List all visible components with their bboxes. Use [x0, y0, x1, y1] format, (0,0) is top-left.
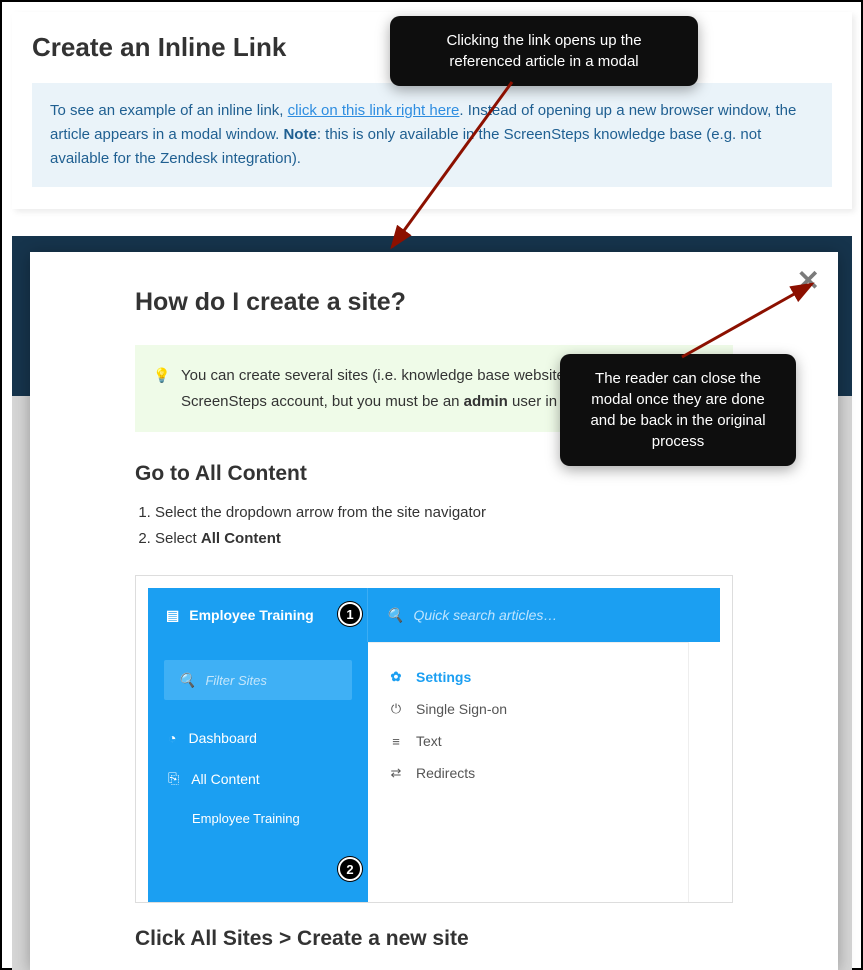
sidebar-item-label: Employee Training [192, 811, 300, 826]
site-name: Employee Training [189, 607, 313, 623]
panel-item-label: Text [416, 733, 442, 749]
inline-link-example[interactable]: click on this link right here [288, 102, 460, 119]
step-item: Select the dropdown arrow from the site … [155, 500, 733, 526]
tip-bold: admin [464, 393, 508, 410]
info-text: To see an example of an inline link, [50, 102, 288, 119]
embedded-screenshot: ▤ Employee Training 🔍 Quick search artic… [135, 575, 733, 903]
panel-item-label: Redirects [416, 765, 475, 781]
gauge-icon: ◔ [168, 730, 176, 746]
annotation-badge-2: 2 [338, 857, 362, 881]
filter-placeholder: Filter Sites [205, 673, 266, 688]
panel-item-sso[interactable]: ⏻ Single Sign-on [388, 693, 668, 725]
info-box: To see an example of an inline link, cli… [32, 83, 832, 187]
annotation-callout-1: Clicking the link opens up the reference… [390, 16, 698, 86]
panel-item-settings[interactable]: ✿ Settings [388, 661, 668, 693]
app-settings-panel: ✿ Settings ⏻ Single Sign-on ≡ Text ⇄ Red… [368, 642, 688, 902]
sidebar-item-label: All Content [191, 771, 259, 787]
site-navigator[interactable]: ▤ Employee Training [148, 588, 368, 642]
close-icon[interactable]: ✕ [797, 264, 820, 297]
app-header: ▤ Employee Training 🔍 Quick search artic… [148, 588, 720, 642]
sidebar-item-all-content[interactable]: ⎘ All Content [148, 758, 368, 799]
ordered-steps: Select the dropdown arrow from the site … [155, 500, 733, 551]
search-icon: 🔍 [178, 672, 195, 689]
search-placeholder: Quick search articles… [413, 607, 557, 623]
annotation-badge-1: 1 [338, 602, 362, 626]
section-heading: Click All Sites > Create a new site [135, 927, 733, 951]
panel-item-text[interactable]: ≡ Text [388, 725, 668, 757]
search-icon: 🔍 [386, 607, 403, 624]
sidebar-item-dashboard[interactable]: ◔ Dashboard [148, 718, 368, 758]
step-item: Select All Content [155, 526, 733, 552]
sidebar-item-label: Dashboard [188, 730, 257, 746]
card-icon: ▤ [166, 607, 179, 624]
text-icon: ≡ [388, 734, 404, 749]
panel-item-label: Settings [416, 669, 471, 685]
panel-cut-edge [688, 642, 720, 902]
redirect-icon: ⇄ [388, 765, 404, 781]
modal-title: How do I create a site? [135, 288, 733, 317]
annotation-callout-2: The reader can close the modal once they… [560, 354, 796, 466]
sidebar-item-employee-training[interactable]: Employee Training [148, 799, 368, 838]
filter-sites-input[interactable]: 🔍 Filter Sites [164, 660, 352, 700]
copy-icon: ⎘ [168, 770, 179, 787]
info-note-label: Note [283, 126, 316, 143]
step-text: Select [155, 530, 201, 547]
gear-icon: ✿ [388, 669, 404, 685]
step-bold: All Content [201, 530, 281, 547]
panel-item-redirects[interactable]: ⇄ Redirects [388, 757, 668, 789]
power-icon: ⏻ [388, 701, 404, 717]
panel-item-label: Single Sign-on [416, 701, 507, 717]
app-sidebar: 🔍 Filter Sites ◔ Dashboard ⎘ All Content… [148, 642, 368, 902]
lightbulb-icon: 💡 [153, 364, 170, 388]
quick-search[interactable]: 🔍 Quick search articles… [368, 607, 720, 624]
